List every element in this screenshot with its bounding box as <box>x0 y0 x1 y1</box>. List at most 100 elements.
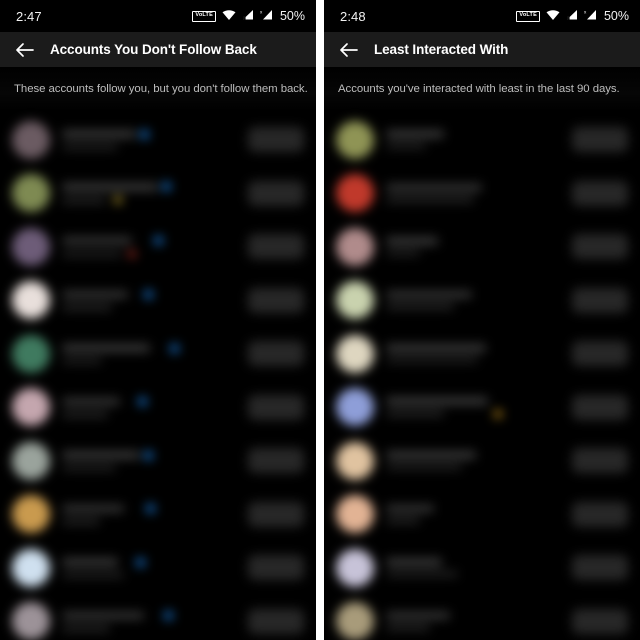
avatar[interactable] <box>12 334 50 373</box>
svg-text:x: x <box>260 10 263 15</box>
avatar[interactable] <box>336 388 374 427</box>
account-handle-line <box>62 357 240 364</box>
list-item[interactable] <box>324 167 640 221</box>
back-arrow-icon[interactable] <box>336 37 362 63</box>
row-action-button[interactable] <box>248 555 304 581</box>
row-action-button[interactable] <box>248 287 304 313</box>
subtitle-text: These accounts follow you, but you don't… <box>14 83 308 95</box>
row-action-button[interactable] <box>572 234 628 260</box>
account-name <box>386 130 444 138</box>
list-item[interactable] <box>0 595 316 640</box>
row-action-button[interactable] <box>572 501 628 527</box>
account-text <box>62 397 240 418</box>
account-handle-line <box>62 518 240 525</box>
avatar[interactable] <box>336 495 374 534</box>
row-action-button[interactable] <box>248 180 304 206</box>
row-action-button[interactable] <box>572 341 628 367</box>
avatar[interactable] <box>12 388 50 427</box>
row-action-button[interactable] <box>248 394 304 420</box>
account-name <box>386 451 476 459</box>
row-action-button[interactable] <box>572 448 628 474</box>
list-item[interactable] <box>324 595 640 640</box>
avatar[interactable] <box>336 602 374 640</box>
avatar[interactable] <box>12 120 50 159</box>
account-name <box>386 611 450 620</box>
account-name-line <box>62 343 240 353</box>
subtitle-bar: Accounts you've interacted with least in… <box>324 67 640 111</box>
avatar[interactable] <box>12 227 50 266</box>
account-list[interactable] <box>324 111 640 640</box>
list-item[interactable] <box>324 220 640 274</box>
list-item[interactable] <box>324 488 640 542</box>
account-name-line <box>62 235 240 245</box>
avatar[interactable] <box>12 281 50 320</box>
account-text <box>386 504 564 524</box>
signal-1-icon <box>566 7 578 25</box>
row-action-button[interactable] <box>248 341 304 367</box>
avatar[interactable] <box>336 441 374 480</box>
row-action-button[interactable] <box>248 448 304 474</box>
account-handle-line <box>386 517 564 524</box>
row-action-button[interactable] <box>248 127 304 153</box>
emoji-icon <box>114 196 122 205</box>
account-handle <box>62 518 100 525</box>
avatar[interactable] <box>12 441 50 480</box>
list-item[interactable] <box>324 381 640 435</box>
avatar[interactable] <box>336 174 374 213</box>
row-action-button[interactable] <box>248 234 304 260</box>
row-action-button[interactable] <box>572 127 628 153</box>
list-item[interactable] <box>0 488 316 542</box>
app-bar: Least Interacted With <box>324 32 640 67</box>
account-name <box>386 237 438 245</box>
account-handle <box>386 410 444 417</box>
avatar[interactable] <box>12 174 50 213</box>
account-handle-line <box>62 249 240 258</box>
account-name <box>386 290 472 299</box>
account-text <box>62 235 240 258</box>
avatar[interactable] <box>336 227 374 266</box>
account-text <box>386 344 564 364</box>
avatar[interactable] <box>12 548 50 587</box>
account-name <box>62 236 132 244</box>
list-item[interactable] <box>0 113 316 167</box>
list-item[interactable] <box>0 381 316 435</box>
list-item[interactable] <box>324 327 640 381</box>
battery-percentage: 50% <box>279 9 305 23</box>
row-action-button[interactable] <box>248 608 304 634</box>
subtitle-bar: These accounts follow you, but you don't… <box>0 67 316 111</box>
avatar[interactable] <box>12 602 50 640</box>
row-action-button[interactable] <box>572 394 628 420</box>
account-handle <box>62 411 108 418</box>
avatar[interactable] <box>336 334 374 373</box>
account-name <box>386 344 486 352</box>
row-action-button[interactable] <box>572 180 628 206</box>
list-item[interactable] <box>0 327 316 381</box>
account-name-line <box>386 237 564 245</box>
list-item[interactable] <box>324 113 640 167</box>
avatar[interactable] <box>336 548 374 587</box>
account-name-line <box>386 344 564 352</box>
avatar[interactable] <box>12 495 50 534</box>
row-action-button[interactable] <box>248 501 304 527</box>
avatar[interactable] <box>336 120 374 159</box>
verified-badge-icon <box>136 557 145 567</box>
list-item[interactable] <box>324 434 640 488</box>
account-name-line <box>62 182 240 192</box>
back-arrow-icon[interactable] <box>12 37 38 63</box>
row-action-button[interactable] <box>572 555 628 581</box>
list-item[interactable] <box>0 220 316 274</box>
list-item[interactable] <box>324 541 640 595</box>
row-action-button[interactable] <box>572 287 628 313</box>
panel-divider <box>316 0 324 640</box>
account-handle-line <box>62 625 240 632</box>
list-item[interactable] <box>0 167 316 221</box>
list-item[interactable] <box>324 274 640 328</box>
list-item[interactable] <box>0 434 316 488</box>
account-handle <box>386 196 474 203</box>
list-item[interactable] <box>0 274 316 328</box>
account-handle <box>386 303 454 310</box>
row-action-button[interactable] <box>572 608 628 634</box>
list-item[interactable] <box>0 541 316 595</box>
account-list[interactable] <box>0 111 316 640</box>
avatar[interactable] <box>336 281 374 320</box>
